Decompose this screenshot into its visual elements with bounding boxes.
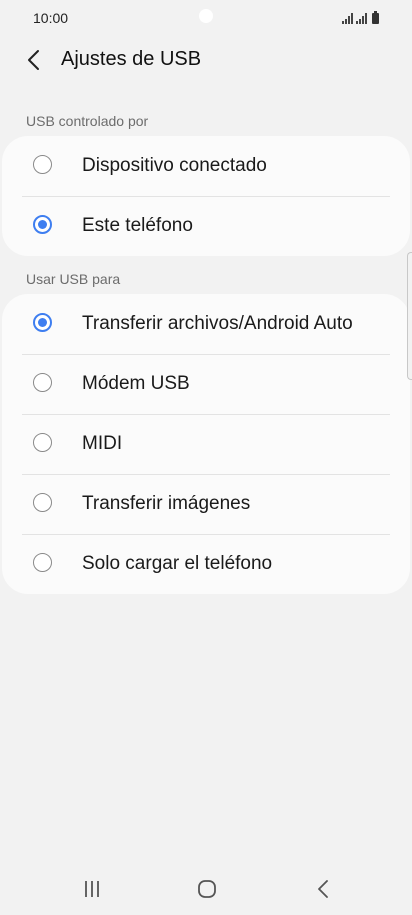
radio-button-selected[interactable]: [33, 313, 52, 332]
section-header-usb-controlled-by: USB controlado por: [26, 113, 149, 129]
section-header-use-usb-for: Usar USB para: [26, 271, 121, 287]
option-transfer-files[interactable]: Transferir archivos/Android Auto: [2, 294, 410, 354]
status-bar: 10:00: [0, 0, 412, 36]
option-label: Solo cargar el teléfono: [82, 553, 273, 574]
option-usb-modem[interactable]: Módem USB: [2, 354, 410, 414]
camera-cutout: [199, 9, 213, 23]
option-charge-only[interactable]: Solo cargar el teléfono: [2, 534, 410, 594]
home-icon: [198, 880, 216, 898]
radio-button[interactable]: [33, 373, 52, 392]
signal-icon: [342, 13, 353, 24]
signal-icon: [356, 13, 367, 24]
nav-back-button[interactable]: [308, 878, 338, 900]
status-time: 10:00: [33, 10, 69, 26]
option-label: Dispositivo conectado: [82, 155, 267, 176]
option-label: Este teléfono: [82, 215, 193, 236]
back-button[interactable]: [20, 46, 48, 74]
radio-button[interactable]: [33, 493, 52, 512]
app-header: Ajustes de USB: [0, 36, 412, 84]
option-label: MIDI: [82, 433, 123, 454]
back-arrow-icon: [28, 50, 39, 70]
scrollbar[interactable]: [407, 252, 412, 380]
battery-icon: [372, 11, 379, 24]
nav-back-icon: [318, 880, 328, 898]
navigation-bar: [0, 860, 412, 915]
radio-button[interactable]: [33, 553, 52, 572]
option-transfer-images[interactable]: Transferir imágenes: [2, 474, 410, 534]
option-label: Transferir imágenes: [82, 493, 251, 514]
option-midi[interactable]: MIDI: [2, 414, 410, 474]
radio-button[interactable]: [33, 433, 52, 452]
status-icons: [342, 11, 379, 24]
option-label: Transferir archivos/Android Auto: [82, 313, 353, 334]
option-this-phone[interactable]: Este teléfono: [2, 196, 410, 256]
recents-icon: [85, 881, 99, 897]
home-button[interactable]: [192, 878, 222, 900]
radio-button-selected[interactable]: [33, 215, 52, 234]
option-label: Módem USB: [82, 373, 190, 394]
option-connected-device[interactable]: Dispositivo conectado: [2, 136, 410, 196]
usb-control-card: Dispositivo conectado Este teléfono: [2, 136, 410, 256]
usb-usage-card: Transferir archivos/Android Auto Módem U…: [2, 294, 410, 594]
radio-button[interactable]: [33, 155, 52, 174]
recents-button[interactable]: [77, 878, 107, 900]
page-title: Ajustes de USB: [61, 48, 202, 70]
